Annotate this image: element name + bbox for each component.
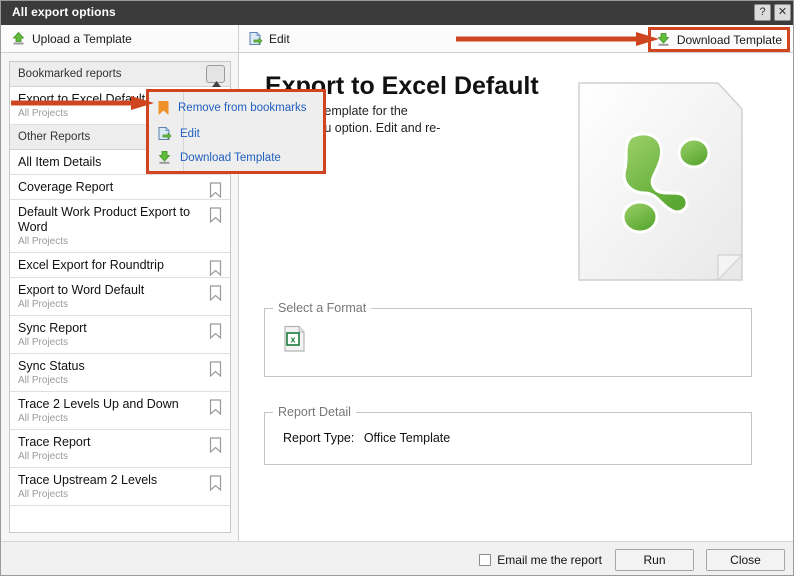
download-template-label: Download Template — [676, 32, 782, 47]
arrow-to-download-template — [456, 31, 661, 52]
window-titlebar: All export options ? ✕ — [1, 1, 793, 25]
list-item-title: Excel Export for Roundtrip — [18, 258, 164, 272]
list-item-title: Export to Word Default — [18, 283, 145, 297]
window-controls: ? ✕ — [754, 4, 791, 21]
list-item-title: Trace 2 Levels Up and Down — [18, 397, 179, 411]
footer-bar: Email me the report Run Close — [1, 541, 793, 575]
list-item[interactable]: Trace Upstream 2 Levels All Projects — [10, 468, 230, 506]
collapse-bookmarked-button[interactable] — [206, 65, 225, 87]
upload-template-label: Upload a Template — [32, 31, 132, 46]
edit-document-icon — [248, 31, 263, 46]
report-type-row: Report Type: Office Template — [283, 431, 450, 445]
list-item-title: Sync Report — [18, 321, 87, 335]
select-format-panel: Select a Format x — [264, 301, 752, 377]
excel-file-icon[interactable]: x — [283, 325, 307, 358]
list-item-title: Sync Status — [18, 359, 85, 373]
list-item[interactable]: Coverage Report — [10, 175, 230, 200]
report-detail-panel: Report Detail Report Type: Office Templa… — [264, 405, 752, 465]
list-item[interactable]: Default Work Product Export to Word All … — [10, 200, 230, 253]
list-item-title: Trace Upstream 2 Levels — [18, 473, 158, 487]
bookmark-outline-icon[interactable] — [209, 285, 222, 306]
bookmark-filled-orange-icon — [157, 100, 170, 116]
edit-button[interactable]: Edit — [248, 31, 290, 46]
group-header-bookmarked: Bookmarked reports — [10, 62, 230, 87]
edit-document-icon — [157, 126, 172, 141]
bookmark-outline-icon[interactable] — [209, 323, 222, 344]
list-item-subtitle: All Projects — [18, 413, 69, 424]
report-detail-legend: Report Detail — [278, 405, 351, 419]
upload-green-arrow-icon — [11, 31, 26, 46]
context-menu-item-edit[interactable]: Edit — [157, 126, 200, 141]
list-item-subtitle: All Projects — [18, 236, 69, 247]
bookmark-outline-icon[interactable] — [209, 399, 222, 420]
window-title: All export options — [12, 5, 116, 19]
list-item[interactable]: Excel Export for Roundtrip — [10, 253, 230, 278]
export-options-window: All export options ? ✕ Upload a Template — [0, 0, 794, 576]
report-context-menu[interactable]: Remove from bookmarks Edit Download Temp… — [146, 89, 326, 174]
list-item-subtitle: All Projects — [18, 451, 69, 462]
download-template-button[interactable]: Download Template — [647, 27, 791, 52]
edit-label: Edit — [269, 31, 290, 46]
list-item-subtitle: All Projects — [18, 489, 69, 500]
list-item-title: Trace Report — [18, 435, 91, 449]
arrow-to-context-menu — [11, 95, 156, 116]
close-window-button[interactable]: ✕ — [774, 4, 791, 21]
list-item[interactable]: Trace 2 Levels Up and Down All Projects — [10, 392, 230, 430]
upload-template-button[interactable]: Upload a Template — [11, 31, 132, 46]
excel-template-document-icon — [573, 79, 748, 289]
list-item[interactable]: Trace Report All Projects — [10, 430, 230, 468]
group-header-other-label: Other Reports — [18, 131, 91, 143]
svg-text:x: x — [290, 335, 295, 345]
list-item-title: Default Work Product Export to Word — [18, 205, 191, 234]
list-item-title: Coverage Report — [18, 180, 114, 194]
list-item-subtitle: All Projects — [18, 375, 69, 386]
list-item[interactable]: Sync Status All Projects — [10, 354, 230, 392]
download-green-arrow-icon — [157, 150, 172, 165]
help-button[interactable]: ? — [754, 4, 771, 21]
bookmark-outline-icon[interactable] — [209, 361, 222, 382]
list-item-subtitle: All Projects — [18, 299, 69, 310]
context-menu-item-download-template[interactable]: Download Template — [157, 150, 281, 165]
bookmark-outline-icon[interactable] — [209, 475, 222, 496]
run-button[interactable]: Run — [615, 549, 694, 571]
bookmark-outline-icon[interactable] — [209, 207, 222, 228]
context-menu-item-label: Download Template — [180, 151, 281, 164]
list-item[interactable]: Export to Word Default All Projects — [10, 278, 230, 316]
context-menu-item-label: Remove from bookmarks — [178, 102, 307, 114]
bookmark-outline-icon[interactable] — [209, 437, 222, 458]
email-report-label: Email me the report — [497, 553, 602, 567]
list-item[interactable]: Sync Report All Projects — [10, 316, 230, 354]
select-format-legend: Select a Format — [278, 301, 367, 315]
context-menu-item-remove-bookmark[interactable]: Remove from bookmarks — [157, 100, 306, 116]
close-button[interactable]: Close — [706, 549, 785, 571]
context-menu-item-label: Edit — [180, 127, 200, 140]
group-header-bookmarked-label: Bookmarked reports — [18, 68, 122, 80]
list-item-subtitle: All Projects — [18, 337, 69, 348]
sidebar-toolbar: Upload a Template — [1, 25, 239, 53]
report-type-label: Report Type: — [283, 431, 355, 445]
email-report-checkbox-wrapper[interactable]: Email me the report — [479, 553, 602, 567]
report-type-value: Office Template — [363, 431, 451, 445]
email-report-checkbox[interactable] — [479, 554, 492, 566]
